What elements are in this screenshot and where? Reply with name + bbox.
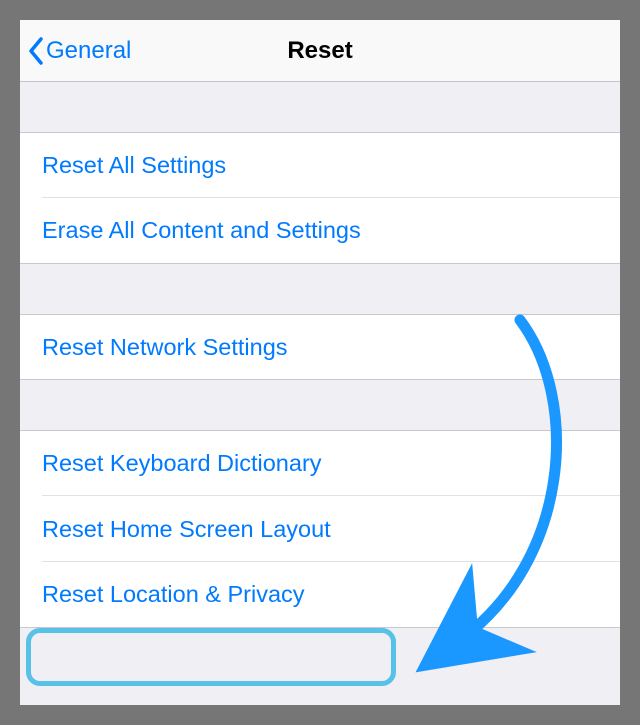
section-gap bbox=[20, 380, 620, 430]
navigation-bar: General Reset bbox=[20, 20, 620, 82]
cell-erase-all-content[interactable]: Erase All Content and Settings bbox=[20, 198, 620, 264]
highlight-annotation bbox=[26, 628, 396, 686]
chevron-left-icon bbox=[28, 37, 44, 65]
cell-label: Reset Keyboard Dictionary bbox=[42, 450, 322, 477]
cell-reset-home-screen-layout[interactable]: Reset Home Screen Layout bbox=[20, 496, 620, 562]
cell-reset-all-settings[interactable]: Reset All Settings bbox=[20, 132, 620, 198]
cell-label: Reset All Settings bbox=[42, 152, 226, 179]
cell-label: Reset Network Settings bbox=[42, 334, 288, 361]
cell-reset-network-settings[interactable]: Reset Network Settings bbox=[20, 314, 620, 380]
settings-screen: General Reset Reset All Settings Erase A… bbox=[20, 20, 620, 705]
cell-reset-keyboard-dictionary[interactable]: Reset Keyboard Dictionary bbox=[20, 430, 620, 496]
back-label: General bbox=[46, 37, 131, 65]
back-button[interactable]: General bbox=[20, 37, 131, 65]
section-gap bbox=[20, 82, 620, 132]
cell-label: Erase All Content and Settings bbox=[42, 217, 361, 244]
cell-reset-location-privacy[interactable]: Reset Location & Privacy bbox=[20, 562, 620, 628]
section-gap bbox=[20, 264, 620, 314]
cell-label: Reset Location & Privacy bbox=[42, 581, 305, 608]
cell-label: Reset Home Screen Layout bbox=[42, 516, 331, 543]
